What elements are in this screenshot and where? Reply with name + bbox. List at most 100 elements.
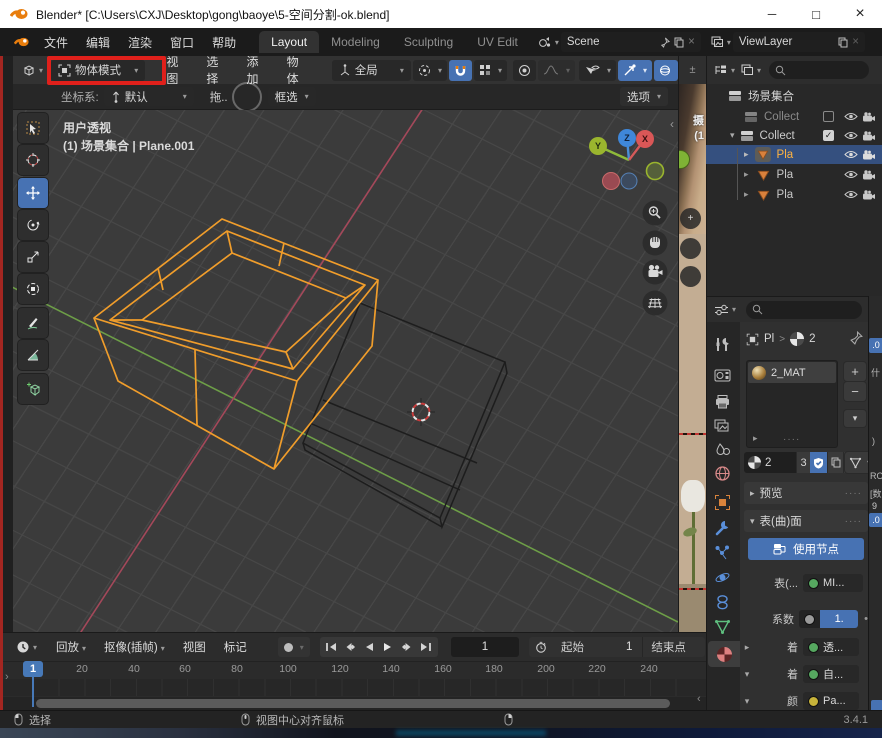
material-name-field[interactable]: 2 bbox=[744, 452, 796, 473]
user-count-badge[interactable]: 3 bbox=[796, 452, 810, 473]
scene-selector[interactable]: Scene × bbox=[561, 32, 701, 52]
menu-render[interactable]: 渲染 bbox=[119, 34, 161, 51]
prev-keyframe-button[interactable] bbox=[341, 638, 360, 656]
tab-render[interactable] bbox=[714, 368, 731, 383]
timeline-menu-playback[interactable]: 回放▾ bbox=[47, 639, 95, 655]
workspace-tab-layout[interactable]: Layout bbox=[259, 31, 319, 53]
add-slot-button[interactable]: + bbox=[844, 362, 866, 381]
panel-surface[interactable]: ▾ 表(曲)面 ···· bbox=[744, 510, 868, 532]
camera-visibility-icon[interactable] bbox=[860, 131, 878, 141]
copy-icon[interactable] bbox=[674, 37, 684, 48]
unlink-icon[interactable]: × bbox=[688, 36, 695, 48]
properties-search-input[interactable] bbox=[746, 301, 862, 319]
collection-checkbox[interactable] bbox=[823, 111, 834, 122]
panel-grip[interactable]: ···· bbox=[845, 488, 862, 499]
sidebar-collapse-icon[interactable]: ‹ bbox=[670, 117, 674, 131]
slot-specials-button[interactable]: ▾ bbox=[844, 410, 866, 427]
panel-grip[interactable]: ···· bbox=[845, 516, 862, 527]
tab-object[interactable] bbox=[714, 494, 731, 511]
scene-icon[interactable]: ▾ bbox=[538, 36, 559, 48]
camera-strip-viewport[interactable]: 摄 (1 + bbox=[678, 84, 706, 632]
menu-edit[interactable]: 编辑 bbox=[77, 34, 119, 51]
timeline-menu-view[interactable]: 视图 bbox=[174, 639, 215, 655]
tool-rotate[interactable] bbox=[18, 210, 48, 240]
tool-annotate[interactable] bbox=[18, 308, 48, 338]
remove-icon[interactable]: × bbox=[852, 36, 859, 48]
minimize-button[interactable]: ─ bbox=[750, 7, 794, 21]
box-select-dropdown[interactable]: 框选 ▾ bbox=[268, 87, 316, 106]
tab-material-active[interactable] bbox=[708, 641, 740, 667]
pan-hand-button[interactable] bbox=[643, 231, 668, 256]
shader-value-field[interactable]: 自... bbox=[803, 665, 859, 683]
color-value-field[interactable]: Pa... bbox=[803, 692, 859, 710]
editor-type-dropdown[interactable]: ▾ bbox=[21, 64, 43, 77]
ortho-grid-button[interactable] bbox=[643, 291, 668, 316]
material-slot-item[interactable]: 2_MAT bbox=[748, 362, 836, 383]
menu-file[interactable]: 文件 bbox=[35, 34, 77, 51]
record-group[interactable]: ▾ bbox=[278, 637, 310, 657]
menu-add[interactable]: 添加 bbox=[238, 56, 276, 84]
outliner-row-collection[interactable]: ▾ Collect ✓ bbox=[706, 126, 882, 145]
tool-add-cube[interactable] bbox=[18, 374, 48, 404]
use-nodes-button[interactable]: 使用节点 bbox=[748, 538, 864, 560]
expand-icon[interactable]: ▾ bbox=[740, 696, 754, 707]
factor-socket[interactable] bbox=[799, 610, 820, 628]
expand-icon[interactable]: ▸ bbox=[744, 149, 749, 160]
tab-object-data[interactable] bbox=[714, 619, 731, 635]
next-keyframe-button[interactable] bbox=[398, 638, 417, 656]
options-dropdown[interactable]: 选项 ▾ bbox=[620, 87, 668, 106]
menu-window[interactable]: 窗口 bbox=[161, 34, 203, 51]
jump-to-end-button[interactable] bbox=[417, 638, 436, 656]
outliner-display-dropdown[interactable]: ▾ bbox=[714, 64, 735, 76]
viewlayer-selector[interactable]: ViewLayer × bbox=[733, 32, 865, 52]
tab-particles[interactable] bbox=[714, 544, 731, 561]
outliner-row-plane-2[interactable]: ▸ Pla bbox=[706, 165, 882, 184]
overlays-toggle[interactable] bbox=[654, 60, 678, 81]
play-reverse-button[interactable] bbox=[360, 638, 379, 656]
menu-object[interactable]: 物体 bbox=[278, 56, 316, 84]
expand-icon[interactable]: ▸ bbox=[744, 169, 749, 180]
region-arrow-right[interactable]: ‹ bbox=[697, 693, 701, 705]
tab-modifiers[interactable] bbox=[714, 519, 731, 536]
breadcrumb-material[interactable]: 2 bbox=[809, 333, 815, 345]
expand-icon[interactable]: ▸ bbox=[740, 642, 754, 653]
menu-help[interactable]: 帮助 bbox=[203, 34, 245, 51]
outliner-row-plane-active[interactable]: ▸ Pla bbox=[706, 145, 882, 164]
tool-measure[interactable] bbox=[18, 340, 48, 370]
shader-value-field[interactable]: 透... bbox=[803, 638, 859, 656]
camera-visibility-icon[interactable] bbox=[860, 170, 878, 180]
viewlayer-icon[interactable]: ▾ bbox=[711, 36, 731, 48]
camera-view-button[interactable] bbox=[643, 260, 668, 285]
tool-select-box[interactable] bbox=[18, 113, 48, 143]
zoom-button[interactable] bbox=[643, 201, 668, 226]
eye-icon[interactable] bbox=[842, 150, 860, 159]
list-resize-grip[interactable]: ···· bbox=[783, 434, 800, 445]
tab-output[interactable] bbox=[714, 394, 731, 409]
timeline-scrollbar[interactable] bbox=[36, 699, 670, 708]
end-frame-label[interactable]: 结束点 bbox=[651, 639, 686, 655]
playhead-line[interactable] bbox=[32, 677, 34, 707]
menu-select[interactable]: 选择 bbox=[197, 56, 235, 84]
snap-target-dropdown[interactable]: ▾ bbox=[474, 60, 507, 81]
strip-zoom-button[interactable]: + bbox=[680, 208, 701, 229]
expand-icon[interactable]: ▸ bbox=[744, 189, 749, 200]
orientation-dropdown[interactable]: 全局 ▾ bbox=[332, 60, 411, 81]
tab-constraints[interactable] bbox=[714, 594, 731, 611]
new-material-button[interactable] bbox=[827, 452, 843, 473]
tool-move[interactable] bbox=[18, 178, 48, 208]
expand-icon[interactable]: ▾ bbox=[730, 130, 735, 141]
jump-to-start-button[interactable] bbox=[322, 638, 341, 656]
breadcrumb-object[interactable]: Pl bbox=[764, 333, 774, 345]
snap-toggle[interactable] bbox=[449, 60, 472, 81]
pivot-dropdown[interactable]: ▾ bbox=[413, 60, 447, 81]
camera-visibility-icon[interactable] bbox=[860, 190, 878, 200]
start-frame-value[interactable]: 1 bbox=[626, 641, 632, 653]
copy-icon[interactable] bbox=[838, 37, 848, 48]
shader-value-field[interactable]: MI... bbox=[803, 574, 863, 592]
navigation-gizmo[interactable]: Y Z X bbox=[589, 129, 664, 190]
tool-scale[interactable] bbox=[18, 242, 48, 272]
outliner-row-plane-3[interactable]: ▸ Pla bbox=[706, 185, 882, 204]
current-frame-field[interactable]: 1 bbox=[451, 637, 519, 657]
timeline-menu-marker[interactable]: 标记 bbox=[215, 639, 256, 655]
outliner-row-collection-disabled[interactable]: Collect bbox=[706, 107, 882, 126]
